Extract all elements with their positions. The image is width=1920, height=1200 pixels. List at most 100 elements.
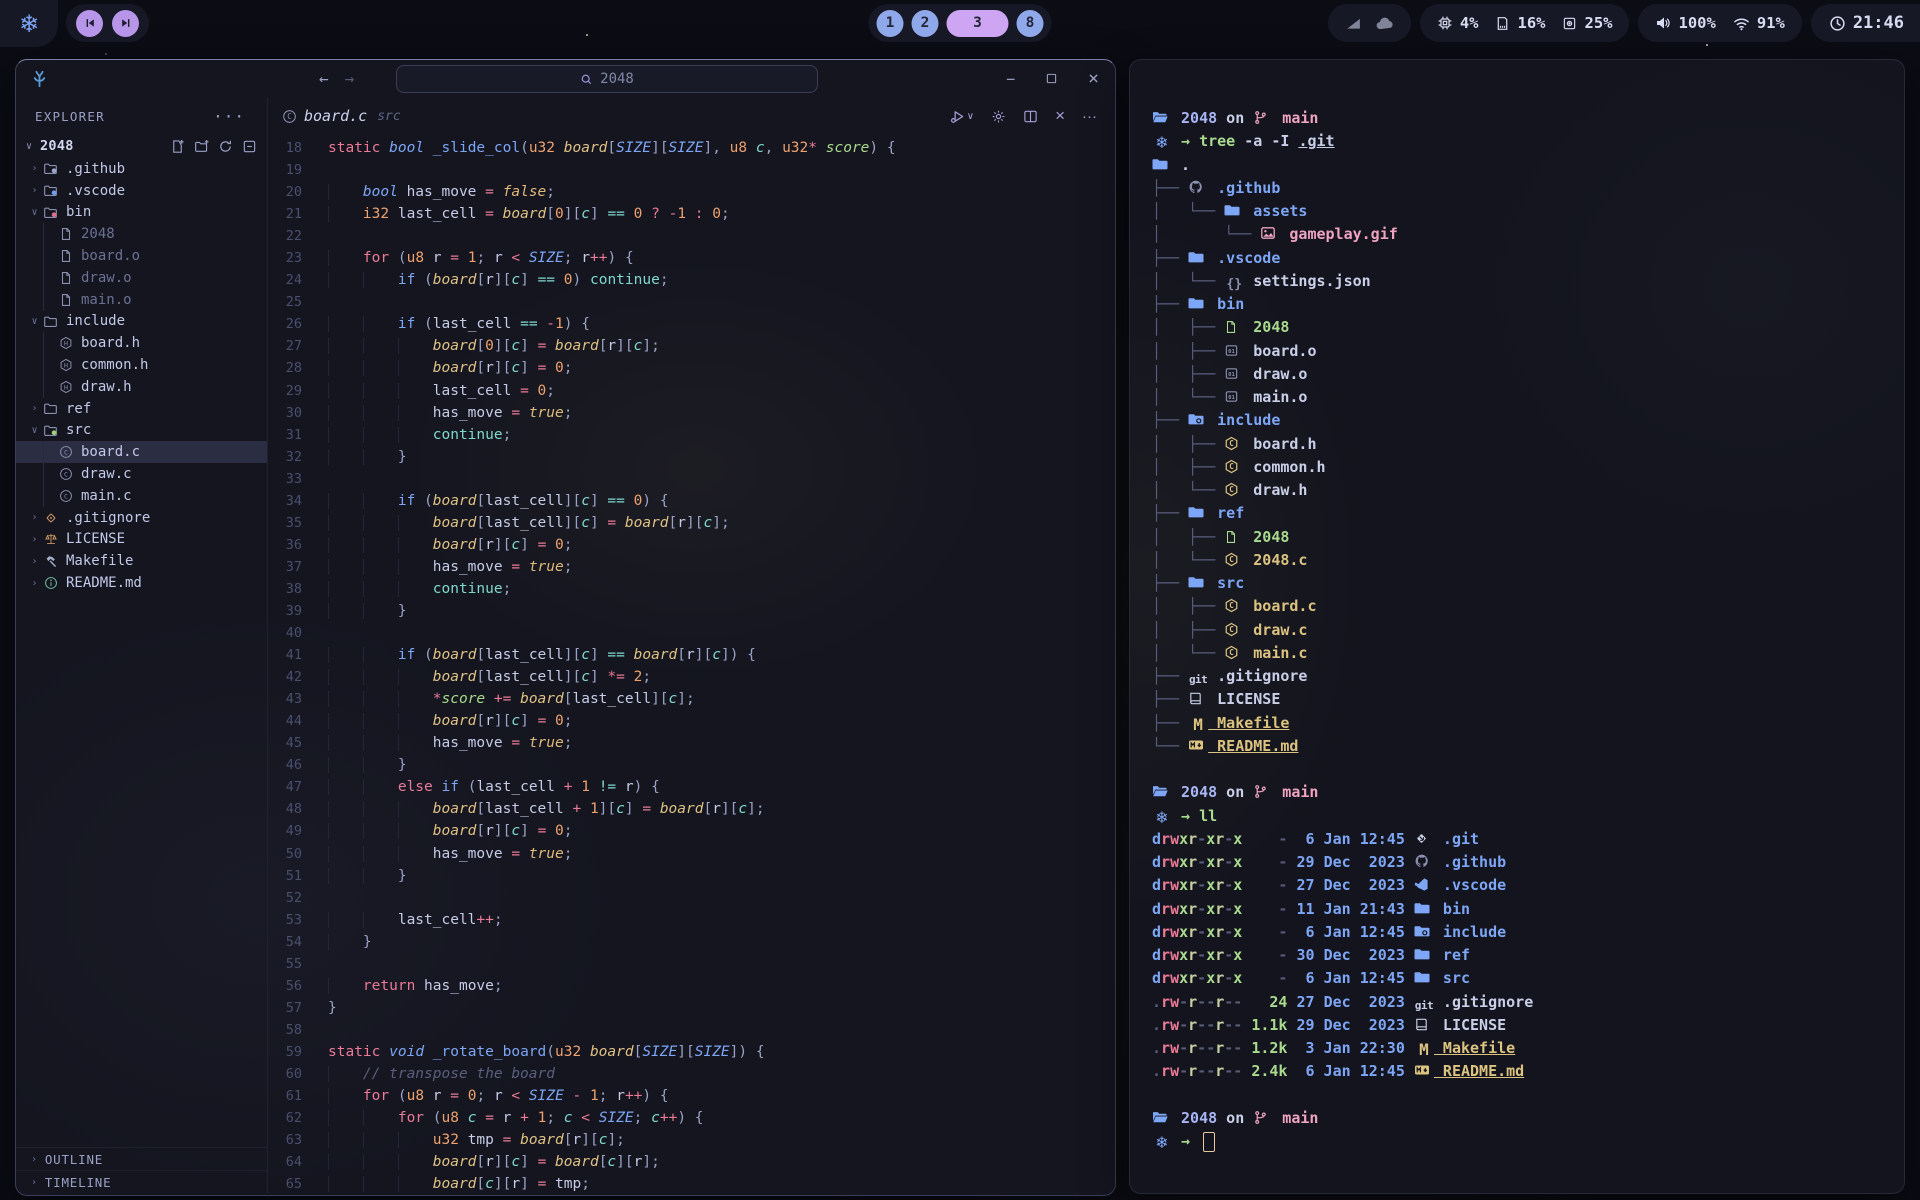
skip-previous-button[interactable]: [76, 10, 103, 37]
cpu-icon: [1437, 15, 1453, 31]
folderSolid-icon: [1414, 900, 1434, 916]
line-number: 60: [268, 1063, 302, 1085]
explorer-more-button[interactable]: ···: [213, 107, 267, 126]
code-line: 35 board[last_cell][c] = board[r][c];: [268, 512, 1115, 534]
explorer-item-label: .gitignore: [66, 510, 150, 526]
clock-widget[interactable]: 21:46: [1811, 4, 1920, 42]
nix-icon: ❄: [1152, 131, 1172, 155]
workspace-switcher: 1238: [869, 4, 1052, 42]
explorer-item-board.c[interactable]: Cboard.c: [16, 441, 267, 463]
nixos-menu-button[interactable]: ❄: [0, 0, 58, 47]
minimize-button[interactable]: −: [1006, 70, 1015, 88]
workspace-button-3[interactable]: 3: [947, 10, 1009, 37]
explorer-item-label: draw.c: [81, 466, 132, 482]
explorer-item-bin[interactable]: ∨bin: [16, 202, 267, 224]
explorer-item-README.md[interactable]: ›README.md: [16, 572, 267, 594]
workspace-button-2[interactable]: 2: [912, 10, 939, 37]
timeline-panel[interactable]: › TIMELINE: [16, 1170, 267, 1193]
editor-titlebar[interactable]: ← → 2048 − ×: [16, 60, 1115, 97]
code-line: 50 has_move = true;: [268, 843, 1115, 865]
explorer-item-.vscode[interactable]: ›.vscode: [16, 180, 267, 202]
terminal-line: │ ├── C board.c: [1152, 595, 1904, 618]
system-stats[interactable]: 4% 16% 25%: [1420, 4, 1630, 42]
line-number: 39: [268, 600, 302, 622]
explorer-item-label: Makefile: [66, 553, 133, 569]
terminal-line: ├── bin: [1152, 293, 1904, 316]
explorer-item-board.h[interactable]: Hboard.h: [16, 332, 267, 354]
explorer-item-draw.c[interactable]: Cdraw.c: [16, 463, 267, 485]
fileExec-icon: [1224, 530, 1244, 544]
outline-panel[interactable]: › OUTLINE: [16, 1147, 267, 1170]
explorer-item-2048[interactable]: 2048: [16, 223, 267, 245]
terminal-line: │ └── {} settings.json: [1152, 270, 1904, 293]
audio-network[interactable]: 100% 91%: [1638, 4, 1801, 42]
terminal-line: [1152, 758, 1904, 781]
gitBadge-icon: [1414, 831, 1434, 846]
line-number: 62: [268, 1107, 302, 1129]
weather-widget[interactable]: [1328, 4, 1411, 42]
explorer-item-Makefile[interactable]: ›Makefile: [16, 550, 267, 572]
line-number: 64: [268, 1151, 302, 1173]
tab-board-c[interactable]: board.c: [304, 107, 367, 125]
refresh-button[interactable]: [218, 139, 233, 154]
code-editor[interactable]: 18static bool _slide_col(u32 board[SIZE]…: [268, 135, 1115, 1193]
top-bar: ❄ 1238 4% 16% 25%: [0, 0, 1920, 46]
line-number: 35: [268, 512, 302, 534]
close-editor-button[interactable]: ×: [1055, 106, 1065, 126]
terminal-line: ├── include: [1152, 409, 1904, 432]
close-button[interactable]: ×: [1088, 68, 1099, 89]
volume-icon: [1655, 15, 1671, 31]
workspace-button-8[interactable]: 8: [1017, 10, 1044, 37]
explorer-item-ref[interactable]: ›ref: [16, 398, 267, 420]
hexC-icon: C: [1224, 459, 1244, 474]
terminal-line: ├── git .gitignore: [1152, 665, 1904, 688]
terminal-line: ├── M Makefile: [1152, 712, 1904, 735]
code-line: 64 board[r][c] = board[c][r];: [268, 1151, 1115, 1173]
explorer-item-common.h[interactable]: Hcommon.h: [16, 354, 267, 376]
line-number: 54: [268, 931, 302, 953]
maximize-button[interactable]: [1046, 73, 1057, 84]
explorer-item-LICENSE[interactable]: ›LICENSE: [16, 529, 267, 551]
explorer-item-draw.h[interactable]: Hdraw.h: [16, 376, 267, 398]
signal-icon: [1345, 15, 1362, 32]
nixos-logo-icon: ❄: [19, 10, 39, 38]
collapse-folders-button[interactable]: [242, 139, 257, 154]
nav-back-button[interactable]: ←: [319, 69, 329, 88]
timeline-label: TIMELINE: [45, 1175, 112, 1190]
infoCircle-icon: [41, 576, 60, 590]
explorer-item-.gitignore[interactable]: ›.gitignore: [16, 507, 267, 529]
terminal-window[interactable]: 2048 on main❄ → tree -a -I .git .├── .gi…: [1129, 59, 1905, 1194]
branch-icon: [1253, 110, 1273, 125]
explorer-item-main.c[interactable]: Cmain.c: [16, 485, 267, 507]
explorer-item-main.o[interactable]: main.o: [16, 289, 267, 311]
fileOutline-icon: [56, 249, 75, 263]
nix-icon: ❄: [1152, 1131, 1172, 1155]
terminal-line: drwxr-xr-x - 6 Jan 12:45 include: [1152, 921, 1904, 944]
workspace-button-1[interactable]: 1: [877, 10, 904, 37]
code-line: 30 has_move = true;: [268, 402, 1115, 424]
command-center-search[interactable]: 2048: [396, 65, 818, 93]
chevron-right-icon: ›: [28, 163, 41, 174]
explorer-item-.github[interactable]: ›.github: [16, 158, 267, 180]
code-line: 43 *score += board[last_cell][c];: [268, 688, 1115, 710]
mMake-icon: M: [1414, 1038, 1434, 1062]
skip-next-button[interactable]: [112, 10, 139, 37]
explorer-item-label: board.c: [81, 444, 140, 460]
explorer-item-include[interactable]: ∨include: [16, 311, 267, 333]
editor-more-button[interactable]: ···: [1082, 108, 1097, 125]
explorer-root-2048[interactable]: ∨ 2048: [16, 135, 267, 157]
code-line: 33: [268, 468, 1115, 490]
split-editor-button[interactable]: [1023, 109, 1038, 124]
nav-forward-button[interactable]: →: [345, 69, 355, 88]
explorer-item-board.o[interactable]: board.o: [16, 245, 267, 267]
explorer-item-draw.o[interactable]: draw.o: [16, 267, 267, 289]
settings-button[interactable]: [991, 109, 1006, 124]
explorer-item-src[interactable]: ∨src: [16, 420, 267, 442]
explorer-item-label: main.o: [81, 292, 132, 308]
run-button[interactable]: ∨: [950, 109, 974, 124]
new-file-button[interactable]: [170, 139, 185, 154]
terminal-line: .rw-r--r-- 1.1k 29 Dec 2023 LICENSE: [1152, 1014, 1904, 1037]
permissions: .rw-r--r--: [1152, 1062, 1242, 1080]
folderSolid-icon: [1224, 202, 1244, 218]
new-folder-button[interactable]: [194, 139, 209, 154]
